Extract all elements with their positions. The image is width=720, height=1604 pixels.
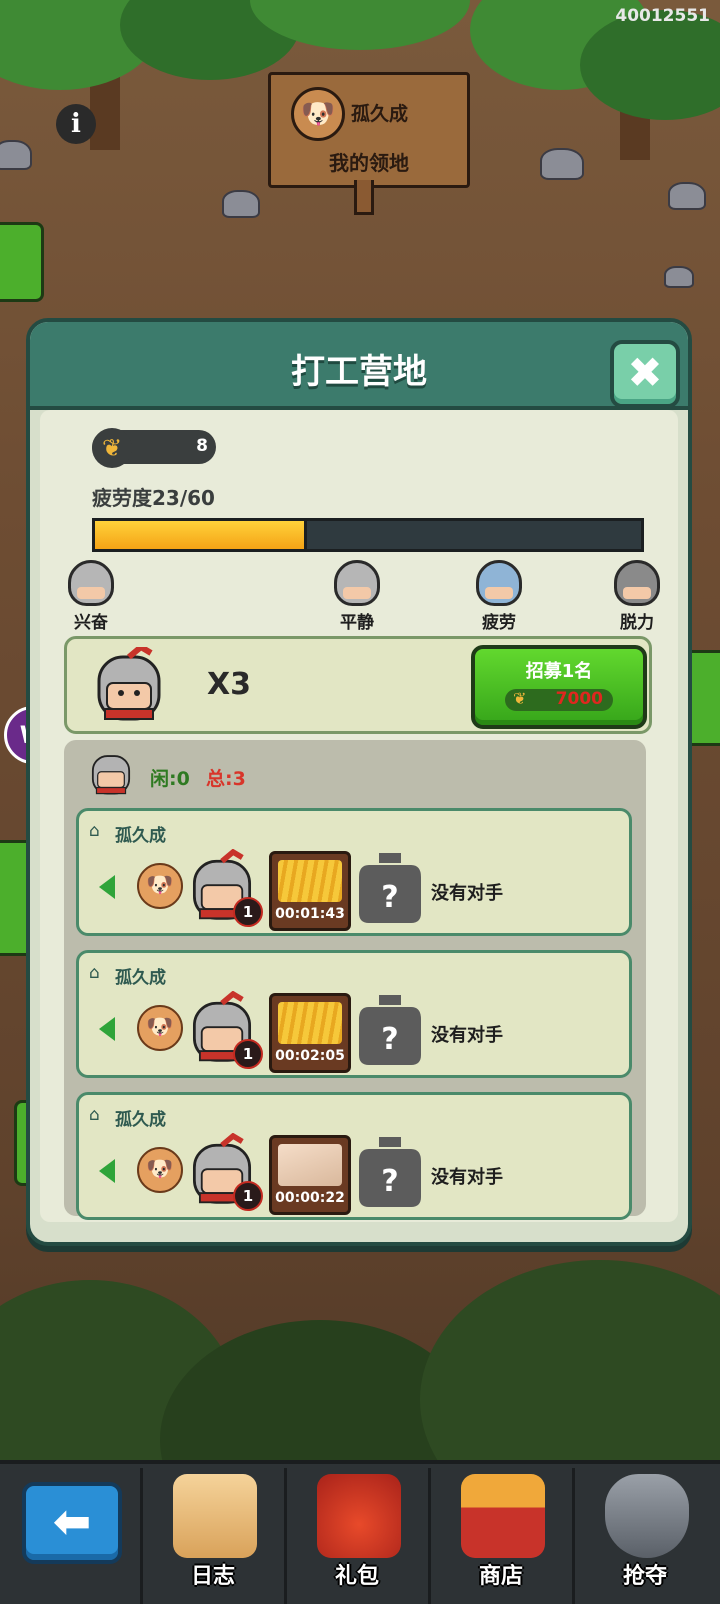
- mood-label: 脱力: [620, 613, 654, 633]
- job-timer: 00:00:22: [275, 1190, 345, 1206]
- svg-text:?: ?: [381, 880, 398, 915]
- recruit-multiplier: X3: [207, 667, 252, 702]
- shop-basket-icon: [461, 1474, 545, 1558]
- user-id: 40012551: [615, 6, 710, 26]
- worker-list: 闲:0 总:3 ⌂ 孤久成 🐶 1 00:01:43 ? 没有对手 ⌂ 孤久成 …: [64, 740, 646, 1220]
- job-card[interactable]: ⌂ 孤久成 🐶 1 00:02:05 ? 没有对手: [76, 950, 632, 1078]
- excited-soldier-icon: [68, 560, 114, 606]
- mood-label: 兴奋: [74, 613, 108, 633]
- back-button[interactable]: ⬅: [22, 1482, 122, 1564]
- panel-header: 打工营地 ✖: [30, 322, 688, 410]
- arrow-left-icon[interactable]: [99, 1017, 115, 1041]
- home-icon: ⌂: [89, 1105, 100, 1125]
- mood-excited: 兴奋: [56, 560, 126, 633]
- recruit-card: X3 招募1名 ❦ 7000: [64, 636, 652, 734]
- job-card[interactable]: ⌂ 孤久成 🐶 1 00:01:43 ? 没有对手: [76, 808, 632, 936]
- dog-icon: 🐶: [291, 87, 345, 141]
- wheat-count: 8: [196, 436, 208, 456]
- panel-body: ❦ 8 疲劳度23/60 兴奋 平静 疲劳 脱力 X3 招募1名 ❦ 7000 …: [40, 410, 678, 1222]
- cloth-bundle-icon: [278, 1144, 342, 1186]
- nav-label: 日志: [190, 1564, 235, 1589]
- soldier-icon: [91, 755, 131, 795]
- dog-icon: 🐶: [137, 863, 183, 909]
- close-icon: ✖: [627, 348, 663, 397]
- exhausted-soldier-icon: [614, 560, 660, 606]
- job-owner: 孤久成: [115, 1110, 166, 1130]
- territory-sign[interactable]: 🐶 孤久成 我的领地: [268, 72, 470, 188]
- back-arrow-icon: ⬅: [52, 1494, 92, 1548]
- mood-label: 平静: [340, 613, 374, 633]
- wheat-bundle-icon: [278, 1002, 342, 1044]
- job-timer: 00:02:05: [275, 1048, 345, 1064]
- sign-post: [354, 180, 374, 215]
- wheat-bundle-icon: [278, 860, 342, 902]
- opponent-status: 没有对手: [431, 1025, 503, 1046]
- unknown-opponent-icon: ?: [359, 995, 421, 1065]
- recruit-button[interactable]: 招募1名 ❦ 7000: [471, 645, 647, 729]
- territory-owner-name: 孤久成: [351, 103, 409, 125]
- fatigue-bar-fill: [95, 521, 308, 549]
- mood-label: 疲劳: [482, 613, 516, 633]
- total-count: 总:3: [206, 768, 246, 790]
- wheat-icon: ❦: [513, 689, 527, 708]
- recruit-price: ❦ 7000: [505, 689, 613, 711]
- job-timer: 00:01:43: [275, 906, 345, 922]
- bottom-nav: ⬅ 日志 礼包 商店 抢夺: [0, 1460, 720, 1604]
- gift-bag-icon: [317, 1474, 401, 1558]
- scroll-icon: [173, 1474, 257, 1558]
- nav-label: 商店: [478, 1564, 523, 1589]
- unknown-opponent-icon: ?: [359, 1137, 421, 1207]
- fatigue-label: 疲劳度23/60: [92, 486, 215, 510]
- soldier-level: 1: [233, 1181, 263, 1211]
- soldier-icon: [97, 647, 161, 721]
- arrow-left-icon[interactable]: [99, 1159, 115, 1183]
- home-icon: ⌂: [89, 821, 100, 841]
- close-button[interactable]: ✖: [610, 340, 680, 408]
- crop-slot: 00:01:43: [269, 851, 351, 931]
- arrow-left-icon[interactable]: [99, 875, 115, 899]
- mood-exhausted: 脱力: [602, 560, 672, 633]
- job-owner: 孤久成: [115, 968, 166, 988]
- fatigue-bar: [92, 518, 644, 552]
- wheat-counter: ❦ 8: [92, 428, 216, 468]
- nav-shop[interactable]: 商店: [428, 1468, 571, 1604]
- home-icon: ⌂: [89, 963, 100, 983]
- mood-calm: 平静: [322, 560, 392, 633]
- territory-title: 我的领地: [329, 151, 409, 175]
- dog-icon: 🐶: [137, 1147, 183, 1193]
- crop-slot: 00:02:05: [269, 993, 351, 1073]
- wheat-icon: ❦: [92, 428, 132, 468]
- job-owner: 孤久成: [115, 826, 166, 846]
- panel-title: 打工营地: [291, 352, 427, 392]
- nav-plunder[interactable]: 抢夺: [572, 1468, 715, 1604]
- soldier-level: 1: [233, 1039, 263, 1069]
- work-camp-panel: 打工营地 ✖ ❦ 8 疲劳度23/60 兴奋 平静 疲劳 脱力 X3 招募1名 …: [26, 318, 692, 1246]
- nav-gift[interactable]: 礼包: [284, 1468, 427, 1604]
- idle-count: 闲:0: [150, 768, 190, 790]
- svg-text:?: ?: [381, 1022, 398, 1057]
- calm-soldier-icon: [334, 560, 380, 606]
- opponent-status: 没有对手: [431, 883, 503, 904]
- soldier-level: 1: [233, 897, 263, 927]
- job-card[interactable]: ⌂ 孤久成 🐶 1 00:00:22 ? 没有对手: [76, 1092, 632, 1220]
- crop-slot: 00:00:22: [269, 1135, 351, 1215]
- nav-label: 抢夺: [622, 1564, 667, 1589]
- crossed-swords-shield-icon: [605, 1474, 689, 1558]
- dog-icon: 🐶: [137, 1005, 183, 1051]
- nav-label: 礼包: [334, 1564, 379, 1589]
- tired-soldier-icon: [476, 560, 522, 606]
- svg-text:?: ?: [381, 1164, 398, 1199]
- recruit-price-value: 7000: [555, 689, 603, 709]
- mood-tired: 疲劳: [464, 560, 534, 633]
- unknown-opponent-icon: ?: [359, 853, 421, 923]
- nav-log[interactable]: 日志: [140, 1468, 283, 1604]
- opponent-status: 没有对手: [431, 1167, 503, 1188]
- recruit-button-label: 招募1名: [525, 661, 593, 682]
- info-icon[interactable]: i: [56, 104, 96, 144]
